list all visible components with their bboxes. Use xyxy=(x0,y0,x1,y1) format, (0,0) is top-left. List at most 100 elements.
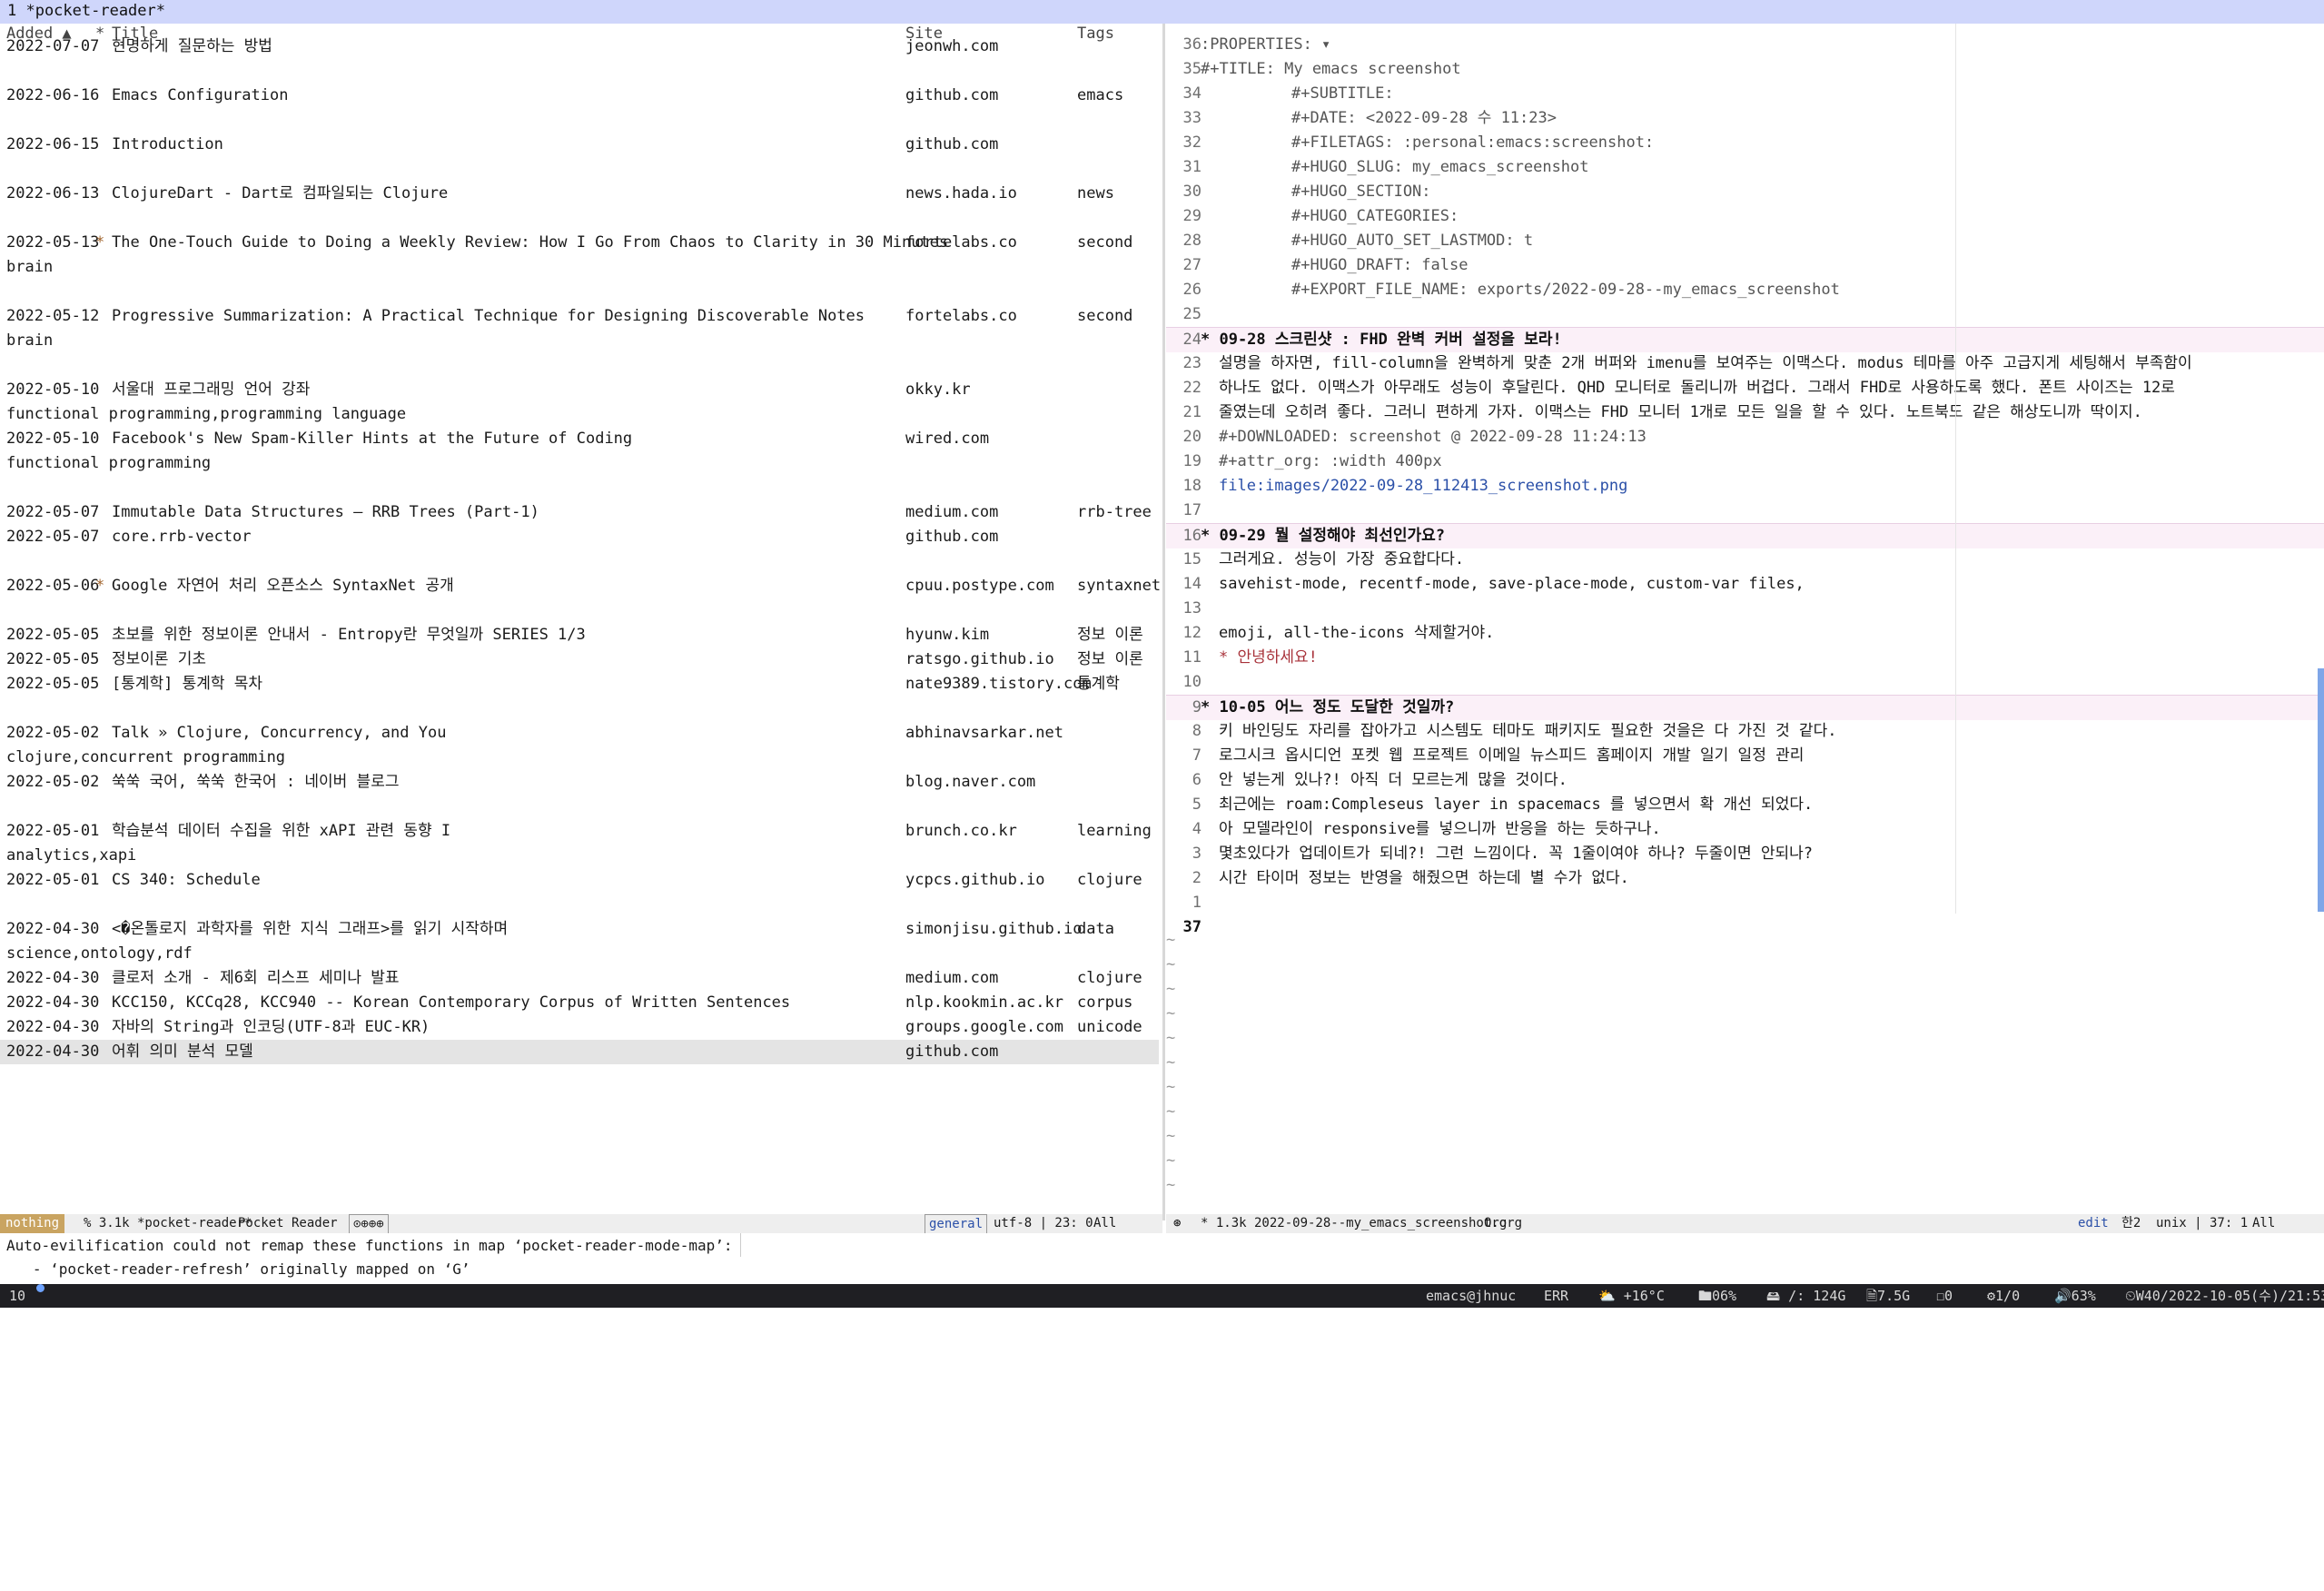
row-title: ClojureDart - Dart로 컴파일되는 Clojure xyxy=(112,184,449,203)
editor-line[interactable]: 25 xyxy=(1166,302,2324,327)
line-text: 아 모델라인이 responsive를 넣으니까 반응을 하는 듯하구나. xyxy=(1219,820,1661,838)
editor-line[interactable]: 23 설명을 하자면, fill-column을 완벽하게 맞춘 2개 버퍼와 i… xyxy=(1166,351,2324,376)
editor-line[interactable]: 22 하나도 없다. 이맥스가 아무래도 성능이 후달린다. QHD 모니터로 돌… xyxy=(1166,376,2324,400)
table-row[interactable]: 2022-04-30 자바의 String과 인코딩(UTF-8과 EUC-KR)… xyxy=(0,1015,1159,1040)
input-method[interactable]: 한2 xyxy=(2121,1214,2141,1233)
editor-line[interactable]: 9 * 10-05 어느 정도 도달한 것일까? xyxy=(1166,695,2324,720)
editor-line[interactable]: 17 xyxy=(1166,499,2324,523)
editor-line[interactable]: 28 #+HUGO_AUTO_SET_LASTMOD: t xyxy=(1166,229,2324,253)
editor-line[interactable]: 18 file:images/2022-09-28_112413_screensh… xyxy=(1166,474,2324,499)
editor-line[interactable]: 14 savehist-mode, recentf-mode, save-plac… xyxy=(1166,572,2324,597)
line-number: 15 xyxy=(1182,550,1202,568)
line-number: 21 xyxy=(1182,403,1202,421)
editor-line[interactable]: 31 #+HUGO_SLUG: my_emacs_screenshot xyxy=(1166,155,2324,180)
editor-line[interactable]: 8 키 바인딩도 자리를 잡아가고 시스템도 테마도 패키지도 필요한 것을은 다… xyxy=(1166,719,2324,744)
empty-line-tilde: ~ xyxy=(1166,1127,1176,1145)
editor-line[interactable]: 13 xyxy=(1166,597,2324,621)
editor-line[interactable]: 10 xyxy=(1166,670,2324,695)
table-row[interactable]: 2022-05-10 Facebook's New Spam-Killer Hin… xyxy=(0,427,1159,451)
table-row[interactable]: 2022-05-02 쑥쑥 국어, 쑥쑥 한국어 : 네이버 블로그 blog.na… xyxy=(0,770,1159,795)
line-number: 26 xyxy=(1182,281,1202,299)
row-added: 2022-05-01 xyxy=(6,822,100,840)
row-title: 정보이론 기초 xyxy=(112,650,207,668)
editor-line[interactable]: 11 * 안녕하세요! xyxy=(1166,646,2324,670)
editor-line[interactable]: 4 아 모델라인이 responsive를 넣으니까 반응을 하는 듯하구나. xyxy=(1166,817,2324,842)
editor-line[interactable]: 34 #+SUBTITLE: xyxy=(1166,82,2324,106)
editor-line[interactable]: 5 최근에는 roam:Compleseus layer in spacemacs… xyxy=(1166,793,2324,817)
table-row[interactable]: 2022-05-05 정보이론 기초 ratsgo.github.io 정보 이론 xyxy=(0,647,1159,672)
editor-line[interactable]: 24 * 09-28 스크린샷 : FHD 완벽 커버 설정을 보라! xyxy=(1166,327,2324,352)
volume-status[interactable]: 🔊63% xyxy=(2054,1284,2096,1308)
major-mode[interactable]: Pocket Reader xyxy=(238,1214,338,1233)
editor-line[interactable]: 36:PROPERTIES: ▾ xyxy=(1166,33,2324,57)
buffer-info[interactable]: % 3.1k *pocket-reader* xyxy=(84,1214,252,1233)
line-text: #+HUGO_CATEGORIES: xyxy=(1291,207,1459,225)
perspective-name[interactable]: general xyxy=(925,1214,988,1235)
table-row[interactable]: 2022-06-15 Introduction github.com xyxy=(0,133,1159,157)
editor-line[interactable]: 35 #+TITLE: My emacs screenshot xyxy=(1166,57,2324,82)
editor-line[interactable]: 26 #+EXPORT_FILE_NAME: exports/2022-09-28… xyxy=(1166,278,2324,302)
table-row[interactable]: 2022-05-07 core.rrb-vector github.com xyxy=(0,525,1159,549)
editor-line[interactable]: 2 시간 타이머 정보는 반영을 해줬으면 하는데 별 수가 없다. xyxy=(1166,866,2324,891)
editor-line[interactable]: 19 #+attr_org: :width 400px xyxy=(1166,450,2324,474)
table-row[interactable]: 2022-05-13 * The One-Touch Guide to Doing … xyxy=(0,231,1159,255)
editor-line[interactable]: 16 * 09-29 뭘 설정해야 최선인가요? xyxy=(1166,523,2324,548)
table-row[interactable]: 2022-04-30 어휘 의미 분석 모델 github.com xyxy=(0,1040,1159,1064)
workspace-indicator[interactable]: 10 xyxy=(9,1284,25,1308)
row-site: nlp.kookmin.ac.kr xyxy=(905,993,1063,1012)
editor-line[interactable]: 1 xyxy=(1166,891,2324,915)
table-row[interactable]: 2022-04-30 클로저 소개 - 제6회 리스프 세미나 발표 medium.… xyxy=(0,966,1159,991)
table-row[interactable]: 2022-04-30 <�온톨로지 과학자를 위한 지식 그래프>를 읽기 시작하… xyxy=(0,917,1159,942)
line-number: 17 xyxy=(1182,501,1202,519)
table-row[interactable]: 2022-05-07 Immutable Data Structures — RR… xyxy=(0,500,1159,525)
row-title: Google 자연어 처리 오픈소스 SyntaxNet 공개 xyxy=(112,577,454,595)
table-row[interactable]: 2022-06-13 ClojureDart - Dart로 컴파일되는 Cloj… xyxy=(0,182,1159,206)
table-row[interactable]: 2022-05-01 CS 340: Schedule ycpcs.github.i… xyxy=(0,868,1159,893)
editor-line[interactable]: 7 로그시크 옵시디언 포켓 웹 프로젝트 이메일 뉴스피드 홈페이지 개발 일기… xyxy=(1166,744,2324,768)
org-editor-pane[interactable]: 36:PROPERTIES: ▾ 35 #+TITLE: My emacs scre… xyxy=(1166,24,2324,1220)
modeline-left: nothing % 3.1k *pocket-reader* Pocket Re… xyxy=(0,1214,1162,1235)
editor-line[interactable]: 21 줄였는데 오히려 좋다. 그러니 편하게 가자. 이맥스는 FHD 모니터 … xyxy=(1166,400,2324,425)
editor-line[interactable]: 33 #+DATE: <2022-09-28 수 11:23> xyxy=(1166,106,2324,131)
row-added: 2022-05-05 xyxy=(6,675,100,693)
row-tags-wrap: analytics,xapi xyxy=(6,846,137,865)
editor-line[interactable]: 27 #+HUGO_DRAFT: false xyxy=(1166,253,2324,278)
editor-line[interactable]: 12 emoji, all-the-icons 삭제할거야. xyxy=(1166,621,2324,646)
table-row[interactable]: 2022-07-07 현명하게 질문하는 방법 jeonwh.com xyxy=(0,35,1159,59)
empty-line-tilde: ~ xyxy=(1166,1176,1176,1194)
table-row[interactable]: 2022-05-06 * Google 자연어 처리 오픈소스 SyntaxNet … xyxy=(0,574,1161,598)
major-mode[interactable]: Org xyxy=(1484,1214,1507,1233)
editor-line[interactable]: 6 안 넣는게 있나?! 아직 더 모르는게 많을 것이다. xyxy=(1166,768,2324,793)
pocket-reader-pane[interactable]: Added ▲ * Title Site Tags 2022-07-07 현명하게 질문하는… xyxy=(0,24,1162,1220)
table-row[interactable]: 2022-05-02 Talk » Clojure, Concurrency, a… xyxy=(0,721,1159,746)
empty-line-tilde: ~ xyxy=(1166,1151,1176,1170)
editor-line[interactable]: 15 그러게요. 성능이 가장 중요합다다. xyxy=(1166,548,2324,572)
table-row[interactable]: 2022-05-12 Progressive Summarization: A P… xyxy=(0,304,1159,329)
table-row[interactable]: 2022-05-01 학습분석 데이터 수집을 위한 xAPI 관련 동향 I br… xyxy=(0,819,1159,844)
table-row[interactable]: 2022-06-16 Emacs Configuration github.com e… xyxy=(0,84,1159,108)
buffer-info[interactable]: * 1.3k 2022-09-28--my_emacs_screenshot.o… xyxy=(1201,1214,1522,1233)
empty-line-tilde: ~ xyxy=(1166,955,1176,973)
table-row[interactable]: 2022-05-05 [통계학] 통계학 목차 nate9389.tistory.c… xyxy=(0,672,1159,697)
table-row[interactable]: 2022-04-30 KCC150, KCCq28, KCC940 -- Kore… xyxy=(0,991,1159,1015)
table-row[interactable]: 2022-05-10 서울대 프로그래밍 언어 강좌 okky.kr xyxy=(0,378,1159,402)
row-site: hyunw.kim xyxy=(905,626,990,644)
editor-line[interactable]: 37 xyxy=(1166,915,2324,940)
editor-line[interactable]: 3 몇초있다가 업데이트가 되네?! 그런 느낌이다. 꼭 1줄이여야 하나? 두… xyxy=(1166,842,2324,866)
editor-line[interactable]: 20 #+DOWNLOADED: screenshot @ 2022-09-28 … xyxy=(1166,425,2324,450)
minor-mode-icons[interactable]: ⊙⊕⊕⊕ xyxy=(349,1214,389,1235)
row-site: github.com xyxy=(905,135,999,153)
table-row[interactable]: 2022-05-05 초보를 위한 정보이론 안내서 - Entropy란 무엇일… xyxy=(0,623,1159,647)
window-divider[interactable] xyxy=(1162,24,1165,1220)
row-site: github.com xyxy=(905,1043,999,1061)
buffer-position: All xyxy=(2252,1216,2276,1230)
line-number: 7 xyxy=(1192,746,1202,765)
row-site: cpuu.postype.com xyxy=(905,577,1054,595)
row-tags: emacs xyxy=(1077,86,1124,104)
row-title: 어휘 의미 분석 모델 xyxy=(112,1043,253,1061)
editor-line[interactable]: 30 #+HUGO_SECTION: xyxy=(1166,180,2324,204)
editor-line[interactable]: 32 #+FILETAGS: :personal:emacs:screenshot… xyxy=(1166,131,2324,155)
editor-line[interactable]: 29 #+HUGO_CATEGORIES: xyxy=(1166,204,2324,229)
net-status: ERR xyxy=(1544,1288,1569,1304)
row-site: github.com xyxy=(905,528,999,546)
